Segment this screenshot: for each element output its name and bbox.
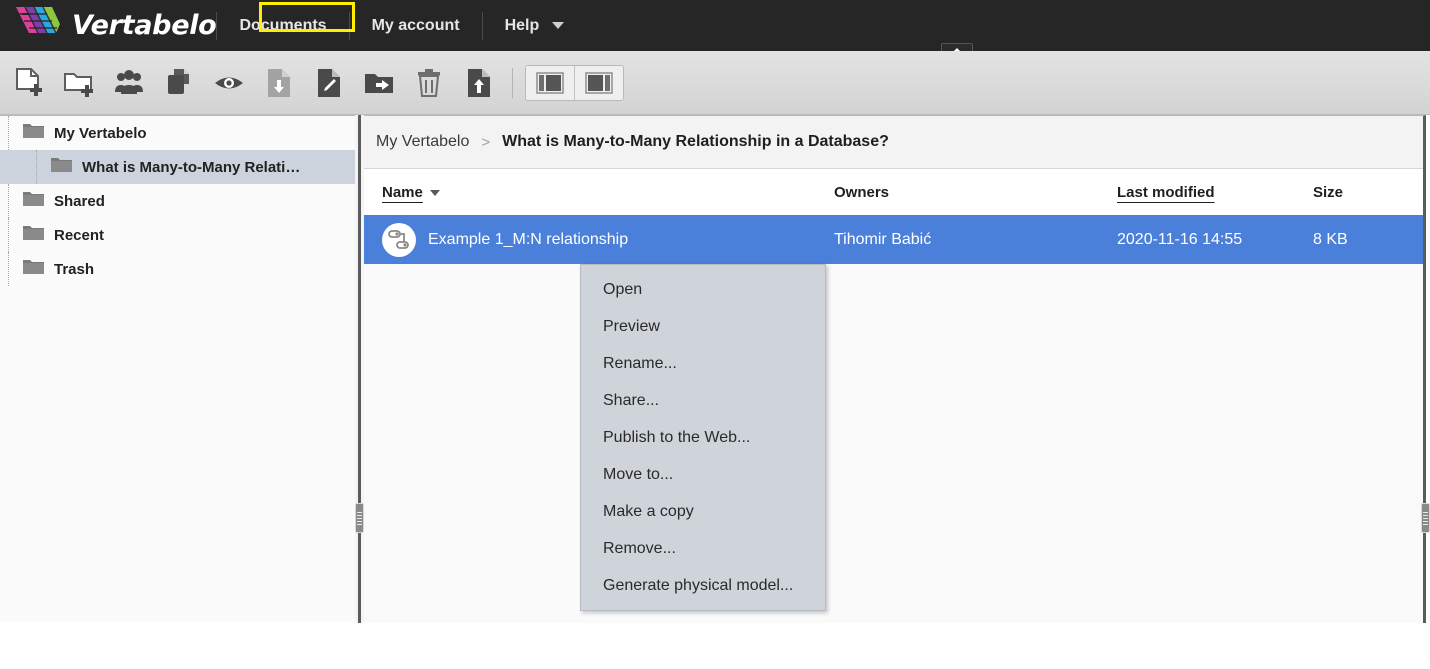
nav-documents[interactable]: Documents [229, 0, 336, 51]
document-name: Example 1_M:N relationship [428, 230, 629, 248]
breadcrumb: My Vertabelo > What is Many-to-Many Rela… [364, 116, 1423, 169]
context-menu-preview[interactable]: Preview [581, 308, 825, 345]
table-row[interactable]: Example 1_M:N relationship Tihomir Babić… [364, 215, 1423, 264]
sidebar-item-trash[interactable]: Trash [0, 252, 355, 286]
view-layout-right-button[interactable] [574, 65, 623, 100]
upload-button[interactable] [454, 60, 504, 106]
brand-name: Vertabelo [72, 10, 217, 41]
nav-help[interactable]: Help [483, 0, 586, 51]
document-list-panel: My Vertabelo > What is Many-to-Many Rela… [364, 115, 1426, 623]
sidebar-item-shared[interactable]: Shared [0, 184, 355, 218]
context-menu-publish[interactable]: Publish to the Web... [581, 419, 825, 456]
column-header-name-label: Name [382, 183, 423, 201]
folder-icon [51, 156, 72, 178]
column-header-last-modified[interactable]: Last modified [1117, 184, 1313, 201]
folder-icon [23, 190, 44, 212]
tree-guide-line [8, 184, 21, 218]
preview-button[interactable] [204, 60, 254, 106]
sort-desc-icon [429, 189, 440, 196]
vertabelo-diamond-logo-icon [14, 5, 66, 47]
splitter-drag-handle[interactable] [355, 503, 364, 533]
splitter-line [358, 115, 361, 623]
new-document-icon [16, 67, 42, 96]
rename-button[interactable] [304, 60, 354, 106]
brand-logo[interactable]: Vertabelo [14, 0, 217, 51]
panel-splitter[interactable] [355, 115, 364, 623]
document-context-menu: Open Preview Rename... Share... Publish … [580, 264, 826, 611]
folder-icon [23, 258, 44, 280]
copy-button[interactable] [154, 60, 204, 106]
context-menu-rename[interactable]: Rename... [581, 345, 825, 382]
folder-arrow-icon [365, 73, 393, 93]
context-menu-move-to[interactable]: Move to... [581, 456, 825, 493]
view-layout-group [525, 64, 624, 101]
document-upload-icon [468, 68, 490, 97]
column-header-size[interactable]: Size [1313, 184, 1423, 201]
document-name-cell: Example 1_M:N relationship [364, 222, 834, 257]
view-layout-left-button[interactable] [526, 65, 574, 100]
top-navigation-bar: Vertabelo Documents My account Help [0, 0, 1430, 51]
column-header-last-modified-label: Last modified [1117, 183, 1215, 201]
document-size: 8 KB [1313, 230, 1348, 248]
nav-divider-1 [216, 11, 218, 40]
breadcrumb-current: What is Many-to-Many Relationship in a D… [502, 133, 889, 150]
document-edit-icon [318, 68, 340, 97]
column-header-name[interactable]: Name [364, 184, 834, 201]
sidebar-item-label: My Vertabelo [54, 124, 147, 142]
tree-guide-line [36, 150, 49, 184]
trash-icon [418, 68, 440, 97]
sidebar-item-my-vertabelo[interactable]: My Vertabelo [0, 116, 355, 150]
tree-guide-line [8, 218, 21, 252]
share-button[interactable] [104, 60, 154, 106]
layout-left-panel-icon [536, 71, 564, 94]
document-toolbar [0, 51, 1430, 115]
delete-button[interactable] [404, 60, 454, 106]
er-model-icon [382, 222, 416, 257]
new-folder-button[interactable] [54, 60, 104, 106]
toolbar-divider [512, 67, 513, 98]
sidebar-item-label: What is Many-to-Many Relati… [82, 158, 301, 176]
folder-icon [23, 122, 44, 144]
move-to-button[interactable] [354, 60, 404, 106]
sidebar-item-label: Shared [54, 192, 105, 210]
download-button[interactable] [254, 60, 304, 106]
users-group-icon [115, 69, 143, 94]
sidebar-item-label: Recent [54, 226, 105, 244]
document-table-header: Name Owners Last modified Size [364, 169, 1423, 215]
context-menu-make-a-copy[interactable]: Make a copy [581, 493, 825, 530]
vertabelo-document-manager: Vertabelo Documents My account Help My V… [0, 0, 1430, 669]
tree-guide-line [8, 116, 21, 150]
new-document-button[interactable] [4, 60, 54, 106]
layout-right-panel-icon [585, 71, 613, 94]
new-folder-icon [64, 72, 93, 97]
context-menu-open[interactable]: Open [581, 271, 825, 308]
context-menu-share[interactable]: Share... [581, 382, 825, 419]
tree-guide-line [8, 252, 21, 286]
document-owner: Tihomir Babić [834, 230, 932, 248]
sidebar-item-many-to-many-folder[interactable]: What is Many-to-Many Relati… [0, 150, 355, 184]
chevron-down-icon [551, 22, 564, 30]
column-header-owners[interactable]: Owners [834, 184, 1117, 201]
context-menu-generate-physical-model[interactable]: Generate physical model... [581, 567, 825, 604]
document-last-modified: 2020-11-16 14:55 [1117, 230, 1243, 248]
breadcrumb-separator: > [481, 133, 491, 151]
breadcrumb-root[interactable]: My Vertabelo [376, 133, 469, 151]
folder-icon [23, 224, 44, 246]
right-panel-drag-handle[interactable] [1421, 503, 1430, 533]
context-menu-remove[interactable]: Remove... [581, 530, 825, 567]
eye-icon [215, 77, 243, 88]
folder-tree-sidebar: My Vertabelo What is Many-to-Many Relati… [0, 115, 355, 623]
copy-documents-icon [168, 68, 189, 94]
document-download-icon [268, 68, 290, 97]
nav-my-account[interactable]: My account [350, 0, 482, 51]
sidebar-item-recent[interactable]: Recent [0, 218, 355, 252]
nav-help-label: Help [504, 17, 540, 34]
sidebar-item-label: Trash [54, 260, 95, 278]
